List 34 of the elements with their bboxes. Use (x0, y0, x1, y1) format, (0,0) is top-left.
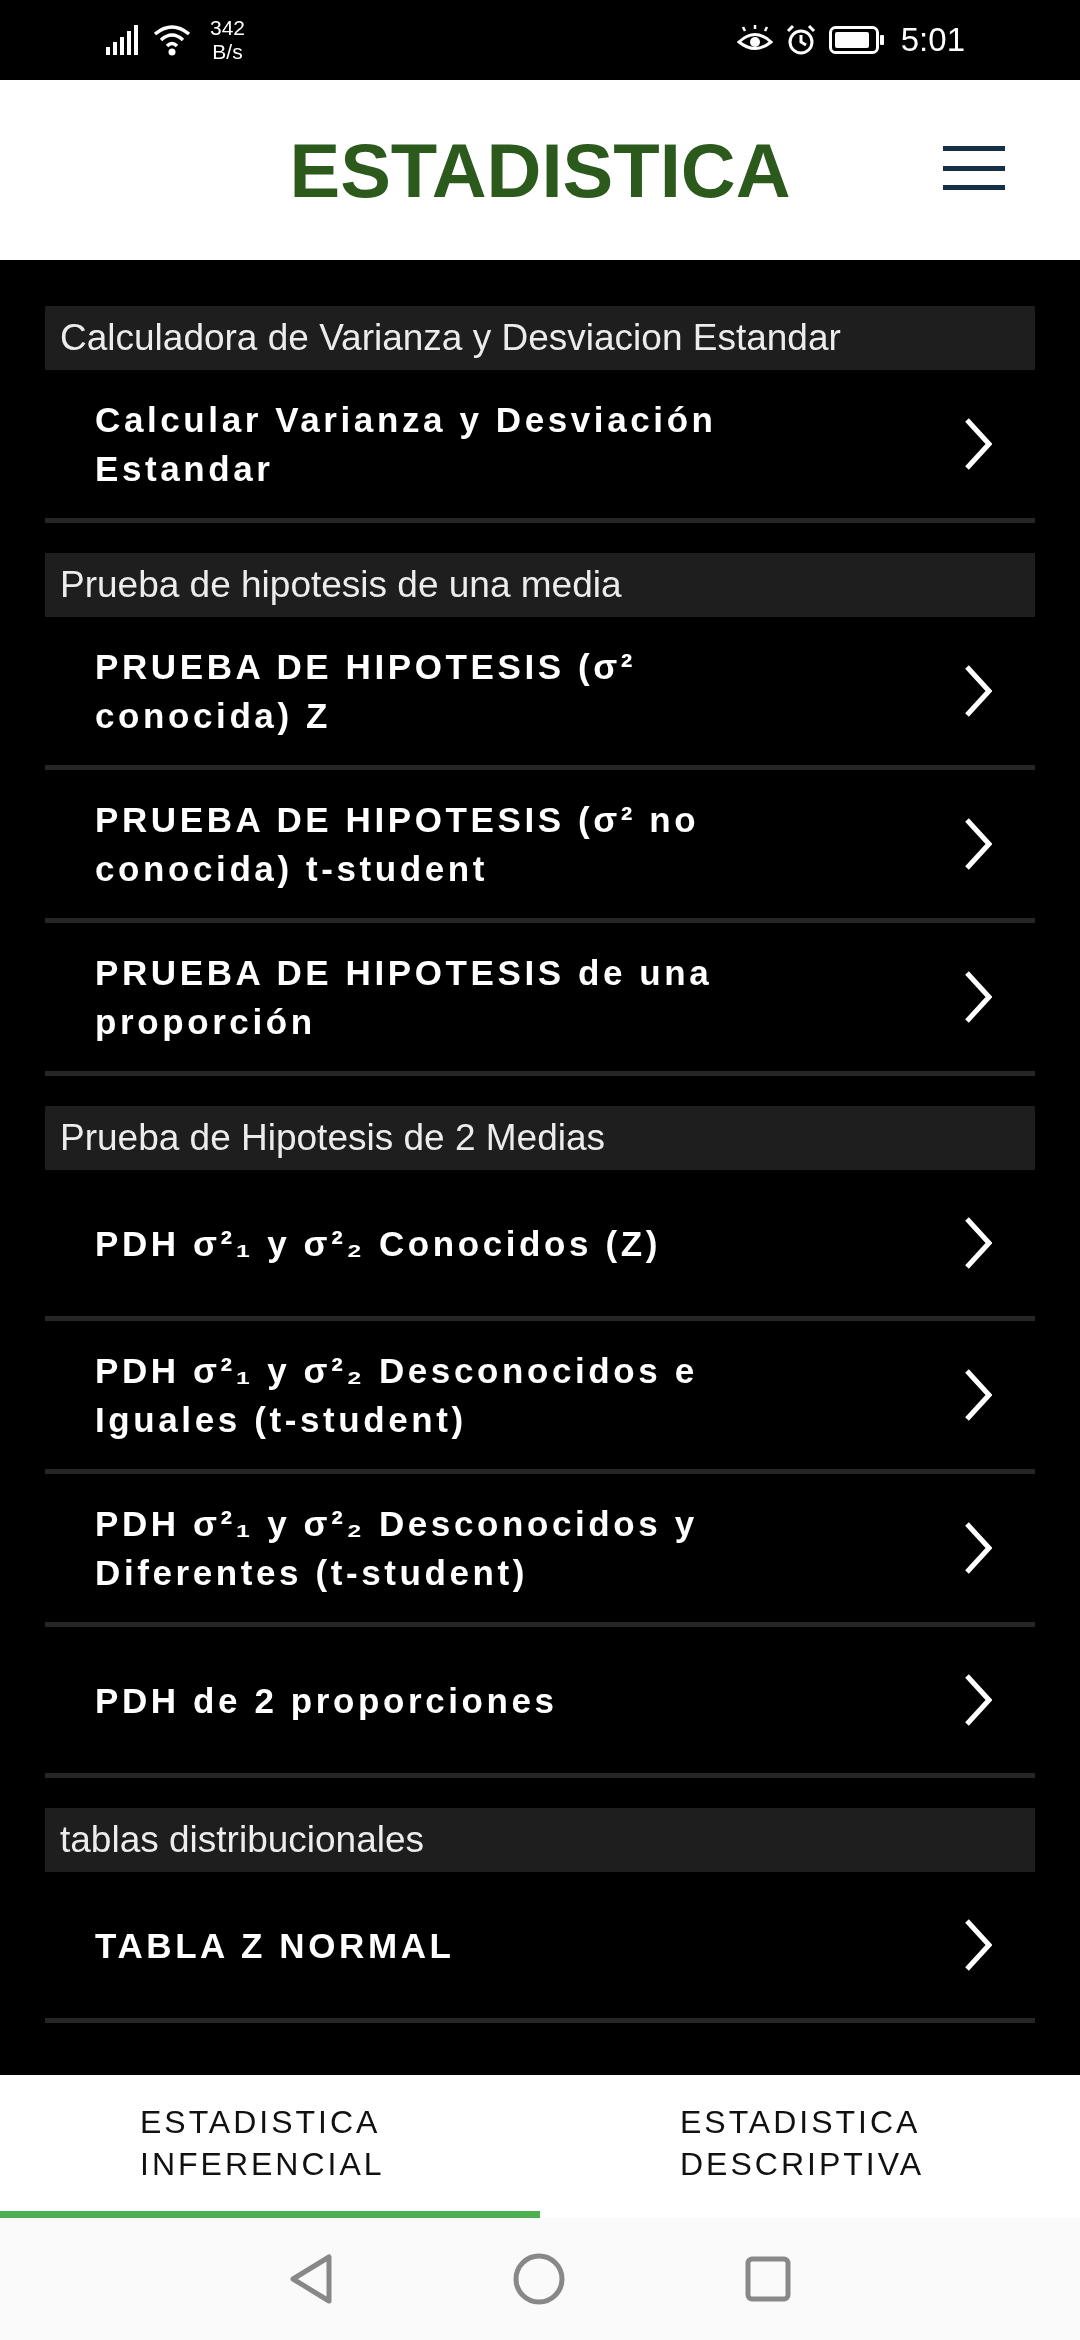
menu-list-item[interactable]: PDH de 2 proporciones (45, 1627, 1035, 1778)
network-speed: 342 (210, 16, 246, 40)
signal-icon (106, 25, 140, 55)
back-icon[interactable] (289, 2253, 333, 2305)
network-speed-unit: B/s (212, 40, 243, 64)
section-header: Calculadora de Varianza y Desviacion Estandar (45, 306, 1035, 370)
home-icon[interactable] (513, 2253, 565, 2305)
chevron-right-icon (964, 1368, 992, 1422)
app-title: ESTADISTICA (289, 126, 791, 214)
menu-icon[interactable] (943, 146, 1005, 190)
menu-list-item[interactable]: PRUEBA DE HIPOTESIS (σ² conocida) Z (45, 617, 1035, 770)
chevron-right-icon (964, 1918, 992, 1972)
clock-time: 5:01 (900, 21, 965, 59)
menu-list-item[interactable]: PDH σ²₁ y σ²₂ Desconocidos y Diferentes (t-student) (45, 1474, 1035, 1627)
chevron-right-icon (964, 417, 992, 471)
battery-icon (828, 26, 885, 54)
menu-list-item[interactable]: PDH σ²₁ y σ²₂ Desconocidos e Iguales (t-student) (45, 1321, 1035, 1474)
wifi-icon (152, 24, 192, 56)
recents-icon[interactable] (745, 2256, 791, 2302)
menu-list-item[interactable]: PRUEBA DE HIPOTESIS de una proporción (45, 923, 1035, 1076)
menu-list-item[interactable]: Calcular Varianza y Desviación Estandar (45, 370, 1035, 523)
section-header: Prueba de Hipotesis de 2 Medias (45, 1106, 1035, 1170)
chevron-right-icon (964, 664, 992, 718)
chevron-right-icon (964, 1216, 992, 1270)
chevron-right-icon (964, 1673, 992, 1727)
chevron-right-icon (964, 970, 992, 1024)
alarm-icon (784, 24, 817, 56)
chevron-right-icon (964, 1521, 992, 1575)
menu-list-item[interactable]: PDH σ²₁ y σ²₂ Conocidos (Z) (45, 1170, 1035, 1321)
menu-list-item[interactable]: PRUEBA DE HIPOTESIS (σ² no conocida) t-student (45, 770, 1035, 923)
chevron-right-icon (964, 817, 992, 871)
section-header: Prueba de hipotesis de una media (45, 553, 1035, 617)
section-header: tablas distribucionales (45, 1808, 1035, 1872)
menu-list-item[interactable]: TABLA Z NORMAL (45, 1872, 1035, 2023)
